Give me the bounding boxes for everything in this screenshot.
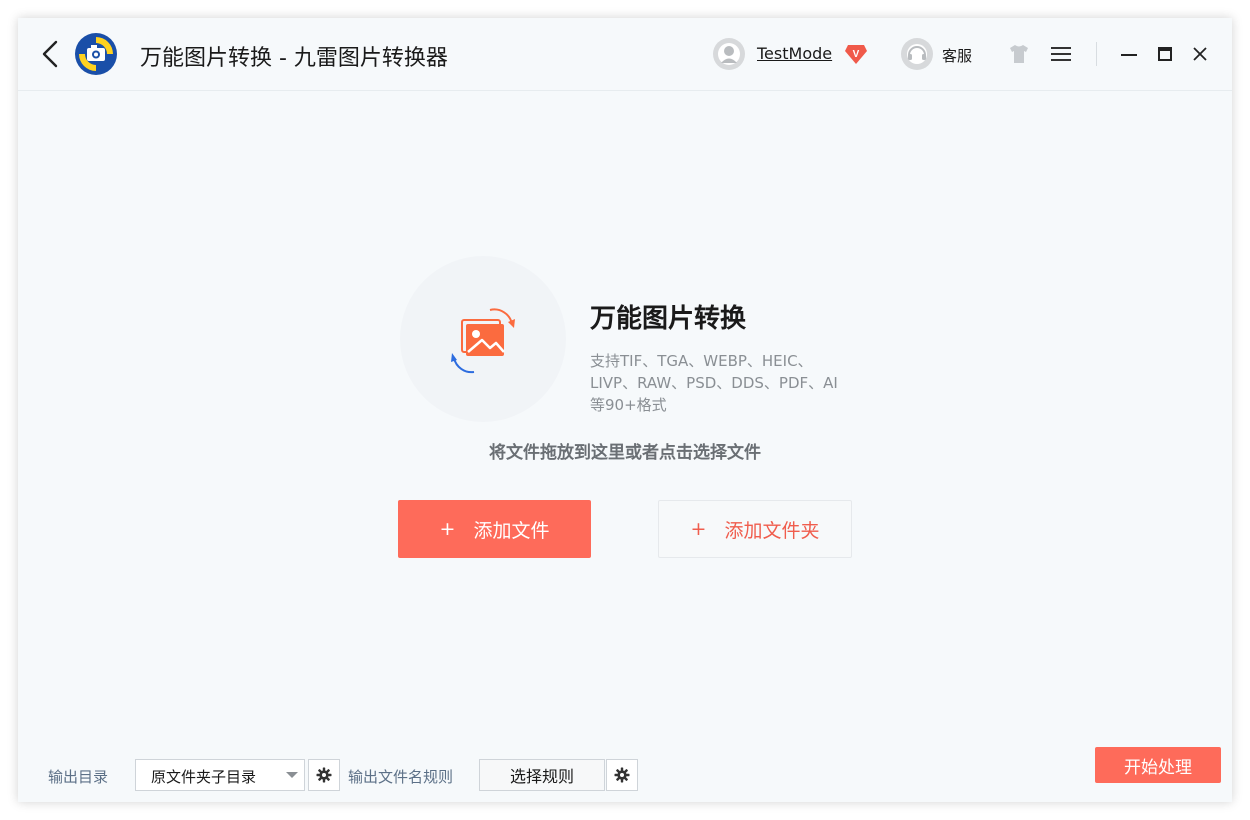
filename-rule-settings-button[interactable] xyxy=(606,759,638,791)
close-icon[interactable] xyxy=(1192,46,1208,62)
bottom-settings-bar: 输出目录 原文件夹子目录 输出文件名规则 选择规则 开始处理 xyxy=(18,730,1232,802)
output-directory-value: 原文件夹子目录 xyxy=(151,768,257,786)
gear-icon xyxy=(614,767,630,783)
file-drop-zone[interactable]: 万能图片转换 支持TIF、TGA、WEBP、HEIC、LIVP、RAW、PSD、… xyxy=(18,90,1232,730)
titlebar-divider xyxy=(1096,42,1097,66)
supported-formats-text: 支持TIF、TGA、WEBP、HEIC、LIVP、RAW、PSD、DDS、PDF… xyxy=(590,352,838,414)
add-file-button[interactable]: + 添加文件 xyxy=(398,500,591,558)
chevron-down-icon xyxy=(286,772,298,778)
vip-badge-icon[interactable]: V xyxy=(844,42,868,66)
drop-hint-text: 将文件拖放到这里或者点击选择文件 xyxy=(489,443,761,463)
add-folder-label: 添加文件夹 xyxy=(724,519,820,542)
feature-title: 万能图片转换 xyxy=(590,304,747,334)
output-directory-label: 输出目录 xyxy=(48,768,109,786)
minimize-icon[interactable] xyxy=(1120,46,1138,62)
customer-service-icon[interactable] xyxy=(900,37,934,71)
output-directory-select[interactable]: 原文件夹子目录 xyxy=(135,759,305,791)
image-convert-icon xyxy=(451,308,515,374)
add-folder-button[interactable]: + 添加文件夹 xyxy=(658,500,852,558)
plus-icon: + xyxy=(690,518,707,540)
app-window: 万能图片转换 - 九雷图片转换器 TestMode V 客服 万能图片转换 支持… xyxy=(18,18,1232,802)
add-file-label: 添加文件 xyxy=(473,519,550,542)
gear-icon xyxy=(316,767,332,783)
username-link[interactable]: TestMode xyxy=(757,44,832,63)
start-processing-button[interactable]: 开始处理 xyxy=(1095,747,1221,783)
title-bar: 万能图片转换 - 九雷图片转换器 TestMode V 客服 xyxy=(18,18,1232,91)
skin-shirt-icon[interactable] xyxy=(1008,44,1030,64)
app-logo-icon xyxy=(75,33,117,75)
app-title: 万能图片转换 - 九雷图片转换器 xyxy=(140,46,448,71)
maximize-icon[interactable] xyxy=(1157,46,1173,62)
filename-rule-label: 输出文件名规则 xyxy=(348,768,454,786)
back-arrow-icon[interactable] xyxy=(38,38,62,70)
choose-rule-button[interactable]: 选择规则 xyxy=(479,759,605,791)
output-directory-settings-button[interactable] xyxy=(308,759,340,791)
vip-letter: V xyxy=(853,49,860,60)
customer-service-label[interactable]: 客服 xyxy=(942,45,972,66)
menu-hamburger-icon[interactable] xyxy=(1050,45,1072,63)
user-avatar-icon[interactable] xyxy=(712,37,746,71)
plus-icon: + xyxy=(439,518,456,540)
